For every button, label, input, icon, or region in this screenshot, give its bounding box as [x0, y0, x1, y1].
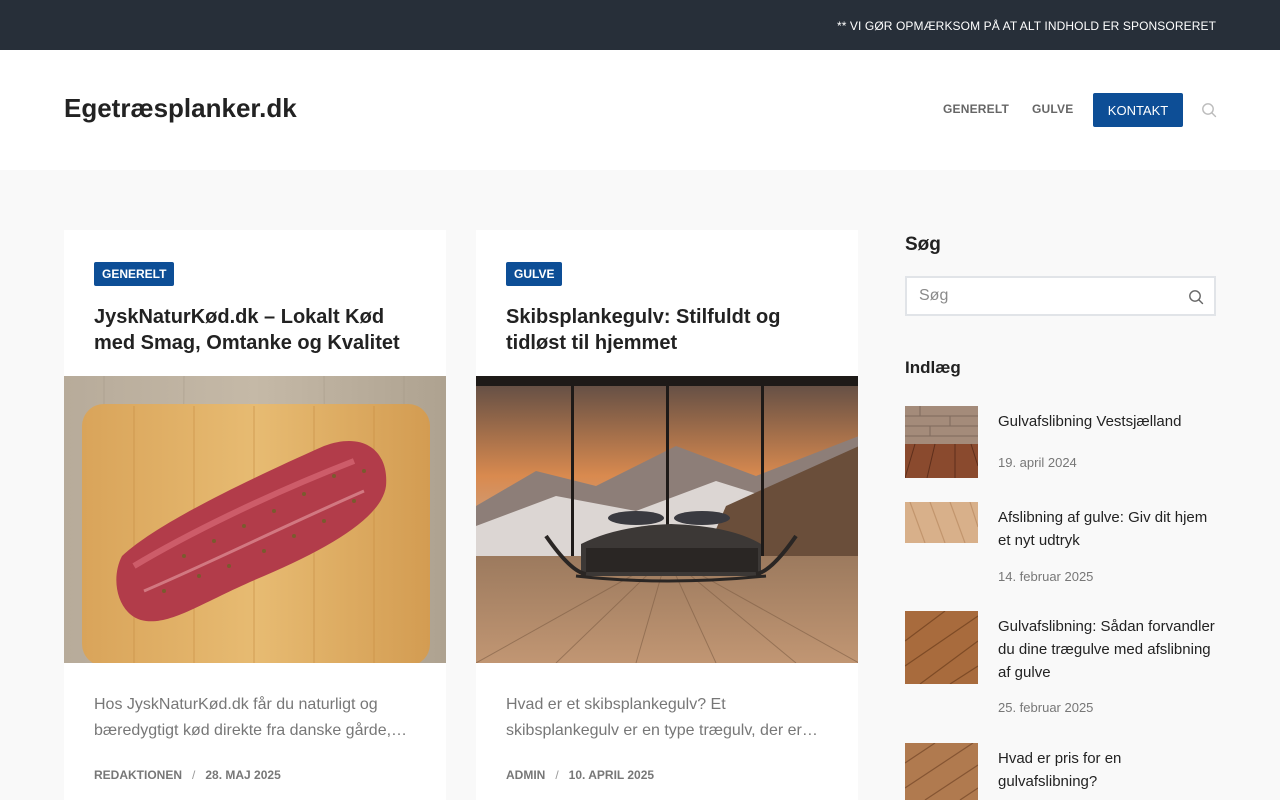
- article-author[interactable]: ADMIN: [506, 768, 545, 782]
- article-meta: REDAKTIONEN / 28. MAJ 2025: [94, 768, 281, 782]
- sidebar-search: [905, 276, 1216, 316]
- article-date: 10. APRIL 2025: [568, 768, 655, 782]
- contact-button[interactable]: KONTAKT: [1093, 93, 1183, 127]
- article-author[interactable]: REDAKTIONEN: [94, 768, 182, 782]
- top-notice-bar: ** VI GØR OPMÆRKSOM PÅ AT ALT INDHOLD ER…: [0, 0, 1280, 50]
- sidebar-post: Gulvafslibning Vestsjælland 19. april 20…: [905, 406, 1216, 486]
- article-date: 28. MAJ 2025: [205, 768, 281, 782]
- article-image-bedroom[interactable]: [476, 376, 858, 663]
- sidebar-post: Afslibning af gulve: Giv dit hjem et nyt…: [905, 502, 1216, 592]
- post-thumbnail[interactable]: [905, 611, 978, 684]
- nav-item-gulve[interactable]: GULVE: [1032, 102, 1073, 116]
- post-title[interactable]: Gulvafslibning: Sådan forvandler du dine…: [998, 615, 1216, 684]
- search-icon[interactable]: [1201, 102, 1217, 118]
- article-excerpt: Hvad er et skibsplankegulv? Et skibsplan…: [506, 696, 818, 739]
- article-card: GULVE Skibsplankegulv: Stilfuldt og tidl…: [476, 230, 858, 800]
- posts-widget-heading: Indlæg: [905, 358, 961, 377]
- post-date: 19. april 2024: [998, 455, 1077, 470]
- article-image-meat[interactable]: [64, 376, 446, 663]
- article-title[interactable]: JyskNaturKød.dk – Lokalt Kød med Smag, O…: [94, 304, 424, 356]
- site-logo[interactable]: Egetræsplanker.dk: [64, 93, 297, 124]
- sidebar-post: Gulvafslibning: Sådan forvandler du dine…: [905, 611, 1216, 721]
- post-thumbnail[interactable]: [905, 743, 978, 800]
- post-thumbnail[interactable]: [905, 406, 978, 478]
- post-date: 25. februar 2025: [998, 700, 1094, 715]
- sponsored-notice: ** VI GØR OPMÆRKSOM PÅ AT ALT INDHOLD ER…: [836, 19, 1216, 33]
- category-badge[interactable]: GENERELT: [94, 262, 175, 286]
- post-date: 14. februar 2025: [998, 569, 1094, 584]
- meta-separator: /: [555, 768, 559, 782]
- nav-item-generelt[interactable]: GENERELT: [943, 102, 1009, 116]
- search-input[interactable]: [919, 278, 1169, 314]
- search-widget-heading: Søg: [905, 234, 941, 255]
- site-header: Egetræsplanker.dk GENERELT GULVE KONTAKT: [0, 50, 1280, 170]
- meta-separator: /: [192, 768, 196, 782]
- post-title[interactable]: Gulvafslibning Vestsjælland: [998, 410, 1216, 433]
- article-title[interactable]: Skibsplankegulv: Stilfuldt og tidløst ti…: [506, 304, 836, 356]
- search-icon[interactable]: [1188, 289, 1204, 305]
- article-card: GENERELT JyskNaturKød.dk – Lokalt Kød me…: [64, 230, 446, 800]
- post-title[interactable]: Afslibning af gulve: Giv dit hjem et nyt…: [998, 506, 1216, 552]
- article-meta: ADMIN / 10. APRIL 2025: [506, 768, 654, 782]
- post-title[interactable]: Hvad er pris for en gulvafslibning?: [998, 747, 1216, 793]
- post-thumbnail[interactable]: [905, 502, 978, 543]
- sidebar-post: Hvad er pris for en gulvafslibning?: [905, 743, 1216, 800]
- category-badge[interactable]: GULVE: [506, 262, 563, 286]
- article-excerpt: Hos JyskNaturKød.dk får du naturligt og …: [94, 696, 408, 739]
